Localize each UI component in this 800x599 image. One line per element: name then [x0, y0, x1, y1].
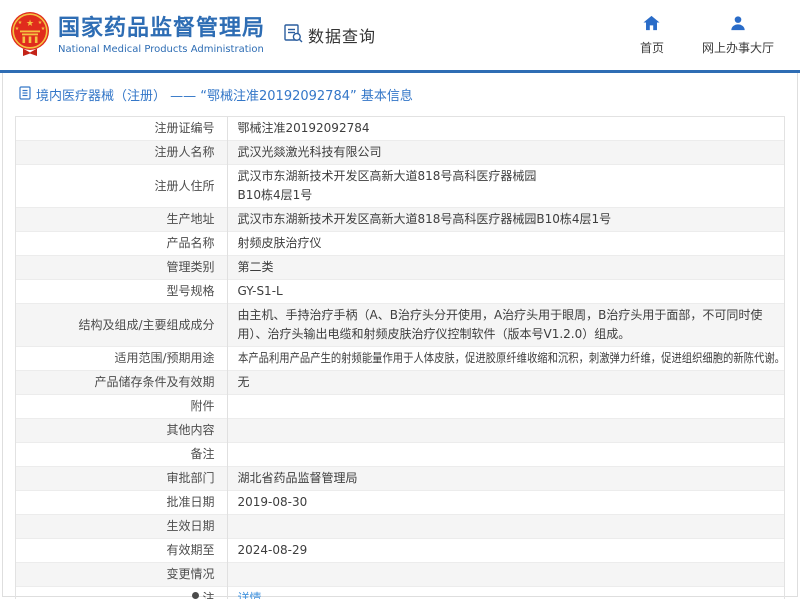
table-row: 产品储存条件及有效期 无: [16, 371, 784, 395]
breadcrumb: 境内医疗器械（注册） —— “鄂械注准20192092784” 基本信息: [3, 86, 797, 103]
row-value: 详情: [227, 587, 784, 599]
info-table: 注册证编号 鄂械注准20192092784 注册人名称 武汉光燚激光科技有限公司…: [16, 117, 784, 599]
row-value: [227, 443, 784, 467]
nav-service-hall-label: 网上办事大厅: [702, 39, 774, 56]
data-query-label: 数据查询: [308, 23, 376, 47]
home-icon: [643, 15, 660, 35]
svg-text:★: ★: [41, 26, 46, 32]
nav-home[interactable]: 首页: [640, 15, 664, 56]
row-label: 有效期至: [16, 539, 227, 563]
brand-text: 国家药品监督管理局 National Medical Products Admi…: [58, 16, 265, 55]
info-table-wrap: 注册证编号 鄂械注准20192092784 注册人名称 武汉光燚激光科技有限公司…: [15, 116, 785, 599]
row-value: 湖北省药品监督管理局: [227, 467, 784, 491]
row-label: 审批部门: [16, 467, 227, 491]
table-row: 注 详情: [16, 587, 784, 599]
row-value: 本产品利用产品产生的射频能量作用于人体皮肤，促进胶原纤维收缩和沉积，刺激弹力纤维…: [227, 347, 784, 371]
row-label: 注: [16, 587, 227, 599]
table-row: 注册人住所 武汉市东湖新技术开发区高新大道818号高科医疗器械园 B10栋4层1…: [16, 165, 784, 208]
svg-text:★: ★: [26, 19, 34, 29]
row-label: 注册人名称: [16, 141, 227, 165]
nav-home-label: 首页: [640, 39, 664, 56]
org-title-en: National Medical Products Administration: [58, 44, 265, 55]
row-label: 备注: [16, 443, 227, 467]
nav-service-hall[interactable]: 网上办事大厅: [702, 15, 774, 56]
table-row: 生效日期: [16, 515, 784, 539]
bulb-icon: [192, 592, 199, 599]
row-value: 2019-08-30: [227, 491, 784, 515]
row-label: 产品名称: [16, 232, 227, 256]
row-value: 第二类: [227, 256, 784, 280]
info-table-body: 注册证编号 鄂械注准20192092784 注册人名称 武汉光燚激光科技有限公司…: [16, 117, 784, 599]
row-label: 型号规格: [16, 280, 227, 304]
svg-text:★: ★: [15, 26, 20, 32]
row-value: 鄂械注准20192092784: [227, 117, 784, 141]
row-label: 附件: [16, 395, 227, 419]
row-value: 2024-08-29: [227, 539, 784, 563]
row-value: [227, 563, 784, 587]
row-label: 生效日期: [16, 515, 227, 539]
table-row: 备注: [16, 443, 784, 467]
table-row: 审批部门 湖北省药品监督管理局: [16, 467, 784, 491]
content-panel: 境内医疗器械（注册） —— “鄂械注准20192092784” 基本信息 注册证…: [2, 73, 798, 597]
header: ★ ★ ★ ★ ★ 国家药品监督管理局 National Medical Pro…: [0, 0, 800, 70]
top-nav: 首页 网上办事大厅: [640, 15, 774, 56]
row-value: 无: [227, 371, 784, 395]
data-query-link[interactable]: 数据查询: [283, 23, 376, 48]
detail-link[interactable]: 详情: [238, 591, 262, 599]
document-icon: [19, 86, 31, 104]
table-row: 生产地址 武汉市东湖新技术开发区高新大道818号高科医疗器械园B10栋4层1号: [16, 208, 784, 232]
table-row: 附件: [16, 395, 784, 419]
table-row: 注册人名称 武汉光燚激光科技有限公司: [16, 141, 784, 165]
row-label: 管理类别: [16, 256, 227, 280]
brand: ★ ★ ★ ★ ★ 国家药品监督管理局 National Medical Pro…: [10, 11, 265, 59]
row-label: 适用范围/预期用途: [16, 347, 227, 371]
table-row: 管理类别 第二类: [16, 256, 784, 280]
row-value: 射频皮肤治疗仪: [227, 232, 784, 256]
row-value: GY-S1-L: [227, 280, 784, 304]
table-row: 有效期至 2024-08-29: [16, 539, 784, 563]
document-search-icon: [283, 23, 304, 48]
row-value: 由主机、手持治疗手柄（A、B治疗头分开使用，A治疗头用于眼周，B治疗头用于面部，…: [227, 304, 784, 347]
row-value: [227, 515, 784, 539]
row-value: [227, 395, 784, 419]
row-label: 生产地址: [16, 208, 227, 232]
row-label: 结构及组成/主要组成成分: [16, 304, 227, 347]
table-row: 注册证编号 鄂械注准20192092784: [16, 117, 784, 141]
breadcrumb-text: 境内医疗器械（注册） —— “鄂械注准20192092784” 基本信息: [36, 85, 413, 104]
row-value: 武汉光燚激光科技有限公司: [227, 141, 784, 165]
national-emblem-icon: ★ ★ ★ ★ ★: [10, 11, 50, 59]
row-label: 注册人住所: [16, 165, 227, 208]
row-value: [227, 419, 784, 443]
row-value: 武汉市东湖新技术开发区高新大道818号高科医疗器械园B10栋4层1号: [227, 208, 784, 232]
org-title-cn: 国家药品监督管理局: [58, 16, 265, 42]
table-row: 批准日期 2019-08-30: [16, 491, 784, 515]
table-row: 结构及组成/主要组成成分 由主机、手持治疗手柄（A、B治疗头分开使用，A治疗头用…: [16, 304, 784, 347]
row-label: 其他内容: [16, 419, 227, 443]
table-row: 其他内容: [16, 419, 784, 443]
table-row: 型号规格 GY-S1-L: [16, 280, 784, 304]
row-label: 注册证编号: [16, 117, 227, 141]
table-row: 产品名称 射频皮肤治疗仪: [16, 232, 784, 256]
table-row: 变更情况: [16, 563, 784, 587]
person-icon: [730, 15, 746, 35]
row-label: 产品储存条件及有效期: [16, 371, 227, 395]
row-value: 武汉市东湖新技术开发区高新大道818号高科医疗器械园 B10栋4层1号: [227, 165, 784, 208]
table-row: 适用范围/预期用途 本产品利用产品产生的射频能量作用于人体皮肤，促进胶原纤维收缩…: [16, 347, 784, 371]
row-label: 批准日期: [16, 491, 227, 515]
row-label: 变更情况: [16, 563, 227, 587]
